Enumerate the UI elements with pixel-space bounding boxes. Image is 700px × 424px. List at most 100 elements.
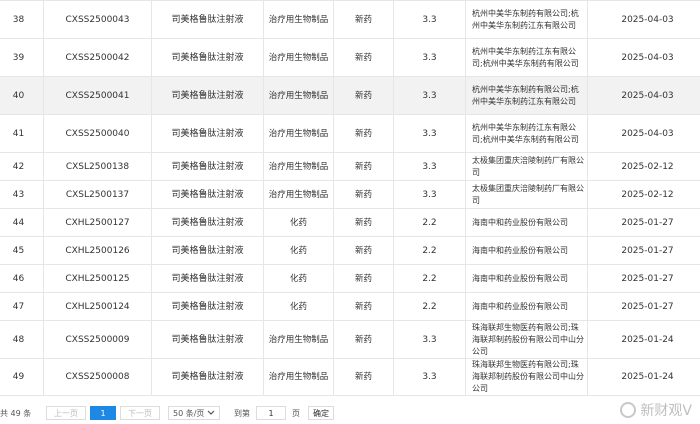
drug-type-cell: 治疗用生物制品 [263,76,334,115]
drug-name-cell: 司美格鲁肽注射液 [151,152,264,181]
page-size-label: 50 条/页 [173,408,205,418]
undertake-date-cell: 2025-02-12 [587,152,700,181]
enterprise-name-cell: 珠海联邦生物医药有限公司;珠海联邦制药股份有限公司中山分公司 [465,358,588,396]
table-row: 39 CXSS2500042 司美格鲁肽注射液 治疗用生物制品 新药 3.3 杭州中美华东制… [0,38,700,77]
drug-type-cell: 治疗用生物制品 [263,180,334,209]
next-page-button[interactable]: 下一页 [120,406,160,420]
undertake-date-cell: 2025-04-03 [587,76,700,115]
acceptance-code-cell: CXHL2500124 [43,292,152,321]
acceptance-code-cell: CXSS2500008 [43,358,152,396]
undertake-date-cell: 2025-01-27 [587,236,700,265]
page-number-current[interactable]: 1 [90,406,116,420]
drug-name-cell: 司美格鲁肽注射液 [151,38,264,77]
table-row: 38 CXSS2500043 司美格鲁肽注射液 治疗用生物制品 新药 3.3 杭州中美华东制… [0,0,700,39]
registration-class-cell: 2.2 [393,236,466,265]
undertake-date-cell: 2025-04-03 [587,114,700,153]
watermark: 新财观V [620,400,692,420]
drug-type-cell: 化药 [263,292,334,321]
row-number-cell: 40 [0,76,44,115]
undertake-date-cell: 2025-02-12 [587,180,700,209]
table-row: 44 CXHL2500127 司美格鲁肽注射液 化药 新药 2.2 海南中和药业股份有限公司… [0,208,700,237]
drug-name-cell: 司美格鲁肽注射液 [151,114,264,153]
prev-page-button[interactable]: 上一页 [46,406,86,420]
registration-class-cell: 3.3 [393,180,466,209]
row-number-cell: 47 [0,292,44,321]
chevron-down-icon [207,409,215,418]
table-row: 45 CXHL2500126 司美格鲁肽注射液 化药 新药 2.2 海南中和药业股份有限公司… [0,236,700,265]
acceptance-code-cell: CXSS2500043 [43,0,152,39]
row-number-cell: 38 [0,0,44,39]
acceptance-code-cell: CXSS2500042 [43,38,152,77]
application-category-cell: 新药 [333,208,394,237]
drug-type-cell: 治疗用生物制品 [263,152,334,181]
drug-type-cell: 化药 [263,264,334,293]
table-row: 49 CXSS2500008 司美格鲁肽注射液 治疗用生物制品 新药 3.3 珠海联邦生物医… [0,358,700,396]
table-row: 42 CXSL2500138 司美格鲁肽注射液 治疗用生物制品 新药 3.3 太极集团重庆涪… [0,152,700,181]
row-number-cell: 43 [0,180,44,209]
drug-type-cell: 化药 [263,208,334,237]
registration-class-cell: 3.3 [393,114,466,153]
drug-name-cell: 司美格鲁肽注射液 [151,76,264,115]
results-table: 38 CXSS2500043 司美格鲁肽注射液 治疗用生物制品 新药 3.3 杭州中美华东制… [0,0,700,396]
drug-name-cell: 司美格鲁肽注射液 [151,0,264,39]
enterprise-name-cell: 杭州中美华东制药江东有限公司;杭州中美华东制药有限公司 [465,38,588,77]
page-size-select[interactable]: 50 条/页 [168,406,220,420]
confirm-button[interactable]: 确定 [308,406,334,420]
registration-class-cell: 3.3 [393,76,466,115]
undertake-date-cell: 2025-04-03 [587,0,700,39]
acceptance-code-cell: CXSL2500137 [43,180,152,209]
watermark-text: 新财观V [640,403,692,419]
enterprise-name-cell: 海南中和药业股份有限公司 [465,264,588,293]
enterprise-name-cell: 珠海联邦生物医药有限公司;珠海联邦制药股份有限公司中山分公司 [465,320,588,359]
enterprise-name-cell: 杭州中美华东制药江东有限公司;杭州中美华东制药有限公司 [465,114,588,153]
undertake-date-cell: 2025-01-24 [587,320,700,359]
acceptance-code-cell: CXHL2500125 [43,264,152,293]
application-category-cell: 新药 [333,152,394,181]
undertake-date-cell: 2025-01-27 [587,264,700,293]
drug-name-cell: 司美格鲁肽注射液 [151,236,264,265]
row-number-cell: 44 [0,208,44,237]
undertake-date-cell: 2025-01-27 [587,208,700,237]
drug-type-cell: 治疗用生物制品 [263,114,334,153]
registration-class-cell: 3.3 [393,320,466,359]
registration-class-cell: 2.2 [393,292,466,321]
acceptance-code-cell: CXSS2500009 [43,320,152,359]
page-unit-label: 页 [292,408,300,418]
drug-name-cell: 司美格鲁肽注射液 [151,320,264,359]
drug-type-cell: 治疗用生物制品 [263,358,334,396]
registration-class-cell: 3.3 [393,0,466,39]
row-number-cell: 49 [0,358,44,396]
table-row: 46 CXHL2500125 司美格鲁肽注射液 化药 新药 2.2 海南中和药业股份有限公司… [0,264,700,293]
application-category-cell: 新药 [333,320,394,359]
undertake-date-cell: 2025-04-03 [587,38,700,77]
row-number-cell: 42 [0,152,44,181]
registration-class-cell: 3.3 [393,358,466,396]
row-number-cell: 46 [0,264,44,293]
table-row: 43 CXSL2500137 司美格鲁肽注射液 治疗用生物制品 新药 3.3 太极集团重庆涪… [0,180,700,209]
drug-type-cell: 治疗用生物制品 [263,320,334,359]
table-row: 41 CXSS2500040 司美格鲁肽注射液 治疗用生物制品 新药 3.3 杭州中美华东制… [0,114,700,153]
acceptance-code-cell: CXHL2500127 [43,208,152,237]
enterprise-name-cell: 太极集团重庆涪陵制药厂有限公司 [465,152,588,181]
table-body: 38 CXSS2500043 司美格鲁肽注射液 治疗用生物制品 新药 3.3 杭州中美华东制… [0,0,700,396]
drug-name-cell: 司美格鲁肽注射液 [151,264,264,293]
registration-class-cell: 3.3 [393,38,466,77]
undertake-date-cell: 2025-01-24 [587,358,700,396]
drug-name-cell: 司美格鲁肽注射液 [151,208,264,237]
acceptance-code-cell: CXSS2500041 [43,76,152,115]
table-row: 48 CXSS2500009 司美格鲁肽注射液 治疗用生物制品 新药 3.3 珠海联邦生物医… [0,320,700,359]
table-row: 47 CXHL2500124 司美格鲁肽注射液 化药 新药 2.2 海南中和药业股份有限公司… [0,292,700,321]
drug-name-cell: 司美格鲁肽注射液 [151,180,264,209]
registration-class-cell: 2.2 [393,208,466,237]
application-category-cell: 新药 [333,236,394,265]
application-category-cell: 新药 [333,180,394,209]
goto-page-input[interactable]: 1 [256,406,286,420]
acceptance-code-cell: CXHL2500126 [43,236,152,265]
row-number-cell: 39 [0,38,44,77]
application-category-cell: 新药 [333,76,394,115]
acceptance-code-cell: CXSL2500138 [43,152,152,181]
enterprise-name-cell: 海南中和药业股份有限公司 [465,236,588,265]
enterprise-name-cell: 杭州中美华东制药有限公司;杭州中美华东制药江东有限公司 [465,0,588,39]
row-number-cell: 41 [0,114,44,153]
enterprise-name-cell: 太极集团重庆涪陵制药厂有限公司 [465,180,588,209]
